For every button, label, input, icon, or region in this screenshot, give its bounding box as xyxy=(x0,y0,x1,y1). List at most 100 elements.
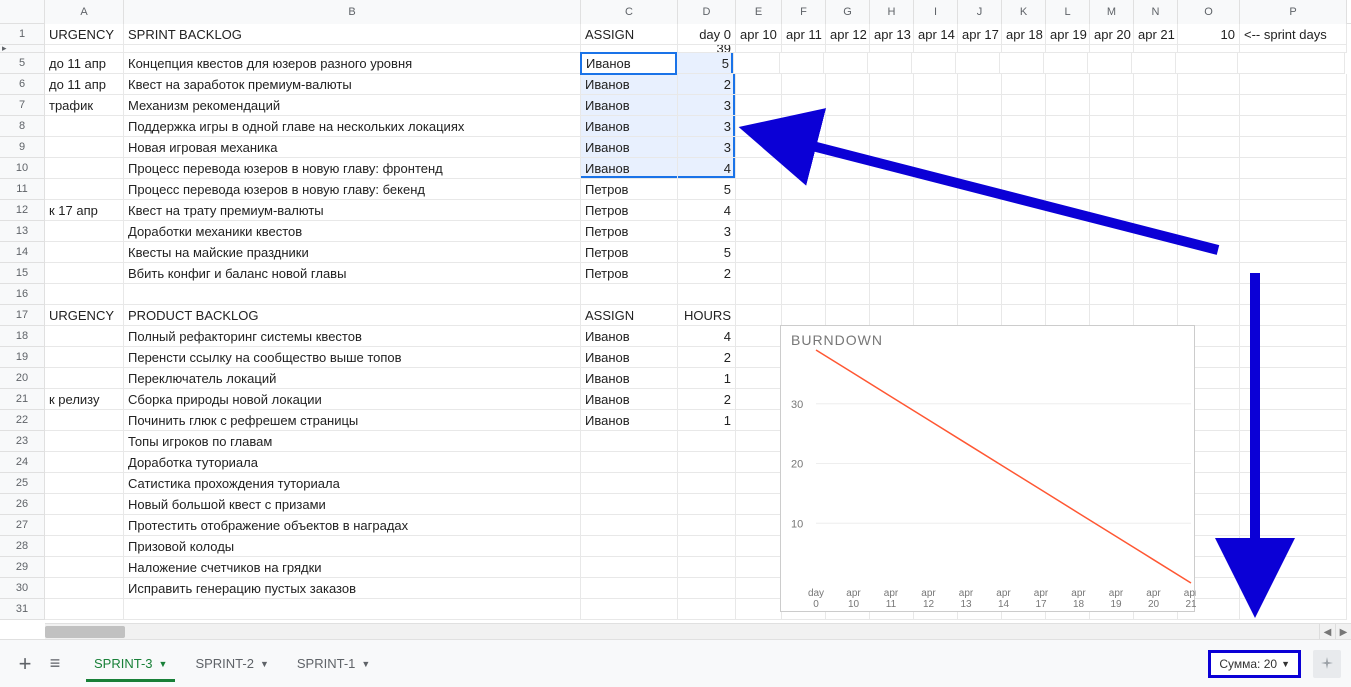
cell-P23[interactable] xyxy=(1240,431,1347,452)
cell-C19[interactable]: Иванов xyxy=(581,347,678,368)
cell-P6[interactable] xyxy=(1240,74,1347,95)
cell-L15[interactable] xyxy=(1046,263,1090,284)
cell-L10[interactable] xyxy=(1046,158,1090,179)
cell-H8[interactable] xyxy=(870,116,914,137)
cell-H6[interactable] xyxy=(870,74,914,95)
select-all-corner[interactable] xyxy=(0,0,45,24)
all-sheets-button[interactable]: ≡ xyxy=(40,649,70,679)
col-header-K[interactable]: K xyxy=(1002,0,1046,24)
cell-E12[interactable] xyxy=(736,200,782,221)
cell-P2[interactable] xyxy=(1240,45,1347,53)
cell-H15[interactable] xyxy=(870,263,914,284)
cell-P17[interactable] xyxy=(1240,305,1347,326)
cell-C6[interactable]: Иванов xyxy=(581,74,678,95)
cell-A13[interactable] xyxy=(45,221,124,242)
cell-L2[interactable] xyxy=(1046,45,1090,53)
cell-A12[interactable]: к 17 апр xyxy=(45,200,124,221)
cell-J1[interactable]: apr 17 xyxy=(958,24,1002,45)
cell-P15[interactable] xyxy=(1240,263,1347,284)
row-header[interactable]: 24 xyxy=(0,452,45,473)
cell-D29[interactable] xyxy=(678,557,736,578)
cell-L17[interactable] xyxy=(1046,305,1090,326)
cell-E13[interactable] xyxy=(736,221,782,242)
cell-P10[interactable] xyxy=(1240,158,1347,179)
cell-O10[interactable] xyxy=(1178,158,1240,179)
cell-D9[interactable]: 3 xyxy=(678,137,736,158)
row-header[interactable]: ▸ xyxy=(0,45,45,53)
row-header[interactable]: 13 xyxy=(0,221,45,242)
cell-B6[interactable]: Квест на заработок премиум-валюты xyxy=(124,74,581,95)
row-header[interactable]: 11 xyxy=(0,179,45,200)
cell-I13[interactable] xyxy=(914,221,958,242)
cell-G16[interactable] xyxy=(826,284,870,305)
cell-G11[interactable] xyxy=(826,179,870,200)
cell-C10[interactable]: Иванов xyxy=(581,158,678,179)
cell-I6[interactable] xyxy=(914,74,958,95)
row-header[interactable]: 6 xyxy=(0,74,45,95)
cell-K2[interactable] xyxy=(1002,45,1046,53)
col-header-O[interactable]: O xyxy=(1178,0,1240,24)
cell-B11[interactable]: Процесс перевода юзеров в новую главу: б… xyxy=(124,179,581,200)
cell-D14[interactable]: 5 xyxy=(678,242,736,263)
cell-O12[interactable] xyxy=(1178,200,1240,221)
cell-G13[interactable] xyxy=(826,221,870,242)
cell-E14[interactable] xyxy=(736,242,782,263)
cell-I14[interactable] xyxy=(914,242,958,263)
cell-C9[interactable]: Иванов xyxy=(581,137,678,158)
cell-M1[interactable]: apr 20 xyxy=(1090,24,1134,45)
cell-F10[interactable] xyxy=(782,158,826,179)
cell-O16[interactable] xyxy=(1178,284,1240,305)
cell-A6[interactable]: до 11 апр xyxy=(45,74,124,95)
cell-I16[interactable] xyxy=(914,284,958,305)
row-header[interactable]: 19 xyxy=(0,347,45,368)
cell-H1[interactable]: apr 13 xyxy=(870,24,914,45)
cell-A23[interactable] xyxy=(45,431,124,452)
cell-P24[interactable] xyxy=(1240,452,1347,473)
cell-P28[interactable] xyxy=(1240,536,1347,557)
cell-E20[interactable] xyxy=(736,368,782,389)
cell-H9[interactable] xyxy=(870,137,914,158)
cell-K6[interactable] xyxy=(1002,74,1046,95)
cell-M11[interactable] xyxy=(1090,179,1134,200)
row-header[interactable]: 9 xyxy=(0,137,45,158)
cell-N2[interactable] xyxy=(1134,45,1178,53)
cell-E23[interactable] xyxy=(736,431,782,452)
cell-M13[interactable] xyxy=(1090,221,1134,242)
cell-N6[interactable] xyxy=(1134,74,1178,95)
row-header[interactable]: 27 xyxy=(0,515,45,536)
col-header-A[interactable]: A xyxy=(45,0,124,24)
cell-E1[interactable]: apr 10 xyxy=(736,24,782,45)
cell-B8[interactable]: Поддержка игры в одной главе на нескольк… xyxy=(124,116,581,137)
cell-M2[interactable] xyxy=(1090,45,1134,53)
cell-B26[interactable]: Новый большой квест с призами xyxy=(124,494,581,515)
cell-L12[interactable] xyxy=(1046,200,1090,221)
cell-J10[interactable] xyxy=(958,158,1002,179)
cell-D20[interactable]: 1 xyxy=(678,368,736,389)
cell-A14[interactable] xyxy=(45,242,124,263)
row-header[interactable]: 10 xyxy=(0,158,45,179)
col-header-I[interactable]: I xyxy=(914,0,958,24)
explore-button[interactable] xyxy=(1313,650,1341,678)
cell-E27[interactable] xyxy=(736,515,782,536)
col-header-L[interactable]: L xyxy=(1046,0,1090,24)
cell-B30[interactable]: Исправить генерацию пустых заказов xyxy=(124,578,581,599)
cell-C12[interactable]: Петров xyxy=(581,200,678,221)
cell-D21[interactable]: 2 xyxy=(678,389,736,410)
cell-L11[interactable] xyxy=(1046,179,1090,200)
cell-H13[interactable] xyxy=(870,221,914,242)
cell-K13[interactable] xyxy=(1002,221,1046,242)
cell-D17[interactable]: HOURS xyxy=(678,305,736,326)
row-header[interactable]: 25 xyxy=(0,473,45,494)
sheet-tab[interactable]: SPRINT-2▼ xyxy=(181,646,282,682)
cell-B14[interactable]: Квесты на майские праздники xyxy=(124,242,581,263)
row-header[interactable]: 23 xyxy=(0,431,45,452)
cell-A15[interactable] xyxy=(45,263,124,284)
cell-D23[interactable] xyxy=(678,431,736,452)
add-sheet-button[interactable]: + xyxy=(10,649,40,679)
cell-A24[interactable] xyxy=(45,452,124,473)
cell-G10[interactable] xyxy=(826,158,870,179)
col-header-B[interactable]: B xyxy=(124,0,581,24)
cell-K15[interactable] xyxy=(1002,263,1046,284)
cell-K14[interactable] xyxy=(1002,242,1046,263)
cell-A19[interactable] xyxy=(45,347,124,368)
